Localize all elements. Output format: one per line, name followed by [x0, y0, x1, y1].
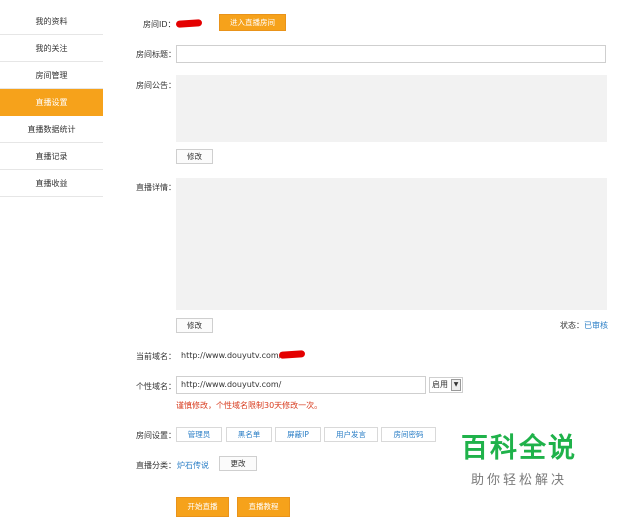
user-chat-button[interactable]: 用户发言 — [324, 427, 378, 442]
room-title-label: 房间标题： — [136, 50, 176, 59]
watermark: 百科全说 助你轻松解决 — [456, 433, 582, 497]
custom-domain-label: 个性域名： — [136, 382, 176, 391]
blacklist-button[interactable]: 黑名单 — [226, 427, 272, 442]
sidebar-item-live-earnings[interactable]: 直播收益 — [0, 170, 103, 197]
live-detail-textarea[interactable] — [176, 178, 607, 310]
room-settings-label: 房间设置： — [136, 431, 176, 440]
status-value: 已审核 — [584, 321, 608, 330]
sidebar-item-following[interactable]: 我的关注 — [0, 35, 103, 62]
detail-edit-button[interactable]: 修改 — [176, 318, 213, 333]
chevron-down-icon[interactable]: ▼ — [451, 379, 461, 391]
sidebar-item-room-management[interactable]: 房间管理 — [0, 62, 103, 89]
domain-status-select[interactable]: 启用 ▼ — [429, 377, 463, 393]
sidebar-item-live-statistics[interactable]: 直播数据统计 — [0, 116, 103, 143]
current-domain-label: 当前域名： — [136, 352, 176, 361]
room-notice-label: 房间公告： — [136, 81, 176, 90]
current-domain-redaction — [278, 350, 306, 359]
domain-warning: 谨慎修改，个性域名限制30天修改一次。 — [176, 401, 323, 410]
room-notice-textarea[interactable] — [176, 75, 607, 142]
sidebar-item-live-records[interactable]: 直播记录 — [0, 143, 103, 170]
category-label: 直播分类： — [136, 461, 176, 470]
watermark-subtitle: 助你轻松解决 — [470, 473, 567, 488]
watermark-title: 百科全说 — [461, 433, 577, 464]
room-title-input[interactable] — [176, 45, 606, 63]
start-live-button[interactable]: 开始直播 — [176, 497, 229, 517]
review-status: 状态：已审核 — [560, 320, 608, 331]
category-value[interactable]: 炉石传说 — [177, 460, 209, 471]
enter-room-button[interactable]: 进入直播房间 — [219, 14, 286, 31]
live-tutorial-button[interactable]: 直播教程 — [237, 497, 290, 517]
live-detail-label: 直播详情： — [136, 183, 176, 192]
sidebar-item-profile[interactable]: 我的资料 — [0, 8, 103, 35]
room-id-label: 房间ID： — [143, 20, 176, 29]
room-id-redaction — [175, 19, 203, 28]
admins-button[interactable]: 管理员 — [176, 427, 222, 442]
notice-edit-button[interactable]: 修改 — [176, 149, 213, 164]
room-password-button[interactable]: 房间密码 — [381, 427, 436, 442]
block-ip-button[interactable]: 屏蔽IP — [275, 427, 321, 442]
status-label: 状态： — [560, 321, 584, 330]
current-domain-value: http://www.douyutv.com/ — [181, 351, 282, 360]
domain-status-value: 启用 — [432, 380, 448, 389]
sidebar-item-live-settings[interactable]: 直播设置 — [0, 89, 103, 116]
change-category-button[interactable]: 更改 — [219, 456, 257, 471]
custom-domain-input[interactable]: http://www.douyutv.com/ — [176, 376, 426, 394]
sidebar-nav: 我的资料 我的关注 房间管理 直播设置 直播数据统计 直播记录 直播收益 — [0, 8, 103, 197]
